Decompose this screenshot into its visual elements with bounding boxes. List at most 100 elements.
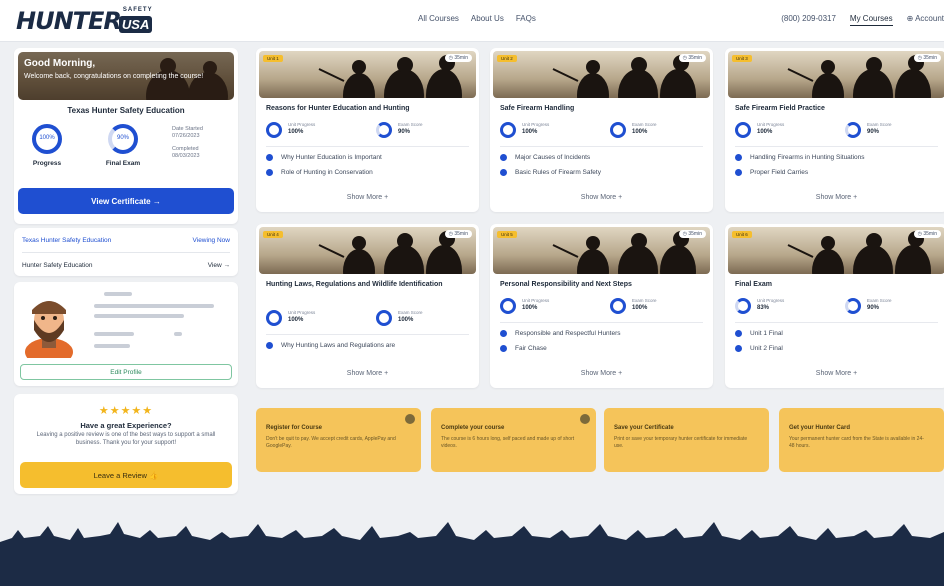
nav-about-us[interactable]: About Us (471, 14, 504, 23)
show-more-button[interactable]: Show More + (725, 370, 944, 377)
lesson-title: Major Causes of Incidents (515, 154, 591, 161)
duration-badge: ◷ 35min (678, 54, 706, 62)
unit-progress-label: Unit Progress (288, 122, 316, 127)
exam-score-label: Exam Score (632, 298, 657, 303)
unit-progress-value: 100% (288, 129, 304, 135)
course-title: Texas Hunter Safety Education (67, 106, 185, 115)
completed-label: Completed (172, 146, 199, 152)
show-more-button[interactable]: Show More + (490, 370, 713, 377)
account-menu[interactable]: ⊕ Account (907, 14, 944, 26)
show-more-button[interactable]: Show More + (256, 370, 479, 377)
lesson-item[interactable]: Role of Hunting in Conservation (266, 169, 373, 176)
lesson-item[interactable]: Unit 2 Final (735, 345, 783, 352)
module-card[interactable]: Unit 5 ◷ 35min Personal Responsibility a… (490, 224, 713, 388)
nav-all-courses[interactable]: All Courses (418, 14, 459, 23)
check-circle-icon (500, 169, 507, 176)
course-row-active[interactable]: Texas Hunter Safety Education Viewing No… (22, 231, 230, 249)
duration-value: 35min (454, 55, 468, 61)
duration-value: 35min (923, 231, 937, 237)
lesson-item[interactable]: Proper Field Carries (735, 169, 808, 176)
unit-progress-ring (266, 122, 282, 138)
checkmark-icon (405, 414, 415, 424)
phone-number[interactable]: (800) 209-0317 (781, 14, 836, 26)
logo-small-text: SAFETY (122, 6, 153, 13)
logo-wordmark: HUNTER (16, 7, 122, 35)
duration-badge: ◷ 35min (678, 230, 706, 238)
duration-badge: ◷ 35min (913, 54, 941, 62)
lesson-item[interactable]: Major Causes of Incidents (500, 154, 590, 161)
module-card[interactable]: Unit 6 ◷ 35min Final Exam Unit Progress … (725, 224, 944, 388)
unit-progress-label: Unit Progress (757, 298, 785, 303)
unit-badge: Unit 1 (263, 55, 283, 62)
course-row-status: Viewing Now (192, 236, 230, 244)
step-title: Register for Course (266, 425, 323, 431)
lesson-item[interactable]: Unit 1 Final (735, 330, 783, 337)
redacted-text (94, 314, 184, 318)
unit-progress-ring (500, 298, 516, 314)
exam-score-label: Exam Score (398, 310, 423, 315)
check-circle-icon (500, 330, 507, 337)
step-text: Don't be quit to pay. We accept credit c… (266, 436, 396, 449)
lesson-item[interactable]: Fair Chase (500, 345, 547, 352)
final-exam-value: 90% (116, 135, 129, 141)
module-title: Reasons for Hunter Education and Hunting (266, 105, 410, 112)
unit-badge: Unit 3 (732, 55, 752, 62)
lesson-item[interactable]: Basic Rules of Firearm Safety (500, 169, 601, 176)
step-card: Get your Hunter Card Your permanent hunt… (779, 408, 944, 472)
lesson-title: Unit 1 Final (750, 330, 783, 337)
unit-progress-label: Unit Progress (522, 122, 550, 127)
duration-badge: ◷ 35min (444, 54, 472, 62)
review-text: Leaving a positive review is one of the … (36, 432, 216, 446)
exam-score-ring (610, 122, 626, 138)
course-switcher: Texas Hunter Safety Education Viewing No… (14, 228, 238, 276)
lesson-title: Why Hunting Laws and Regulations are (281, 342, 396, 349)
avatar (25, 301, 73, 358)
exam-score-value: 100% (632, 305, 648, 311)
show-more-button[interactable]: Show More + (256, 194, 479, 201)
module-card[interactable]: Unit 1 ◷ 35min Reasons for Hunter Educat… (256, 48, 479, 212)
leave-review-button[interactable]: Leave a Review 👍 (20, 462, 232, 488)
module-image: Unit 6 ◷ 35min (728, 227, 944, 274)
nav-faqs[interactable]: FAQs (516, 14, 536, 23)
nav-my-courses[interactable]: My Courses (849, 14, 893, 26)
exam-score-label: Exam Score (632, 122, 657, 127)
exam-score-ring (845, 122, 861, 138)
course-row[interactable]: Hunter Safety Education View → (22, 252, 230, 273)
show-more-button[interactable]: Show More + (490, 194, 713, 201)
unit-progress-ring (266, 310, 282, 326)
exam-score-ring (376, 122, 392, 138)
forest-silhouette (0, 522, 944, 586)
lesson-item[interactable]: Why Hunter Education is Important (266, 154, 382, 161)
edit-profile-button[interactable]: Edit Profile (20, 364, 232, 380)
welcome-banner: Good Morning, Welcome back, congratulati… (18, 52, 234, 100)
lesson-item[interactable]: Responsible and Respectful Hunters (500, 330, 621, 337)
redacted-text (104, 292, 132, 296)
final-exam-label: Final Exam (105, 160, 141, 167)
module-card[interactable]: Unit 2 ◷ 35min Safe Firearm Handling Uni… (490, 48, 713, 212)
duration-badge: ◷ 35min (913, 230, 941, 238)
module-card[interactable]: Unit 3 ◷ 35min Safe Firearm Field Practi… (725, 48, 944, 212)
exam-score-ring (610, 298, 626, 314)
lesson-item[interactable]: Why Hunting Laws and Regulations are (266, 342, 395, 349)
lesson-item[interactable]: Handling Firearms in Hunting Situations (735, 154, 865, 161)
unit-progress-value: 100% (522, 129, 538, 135)
hunters-silhouette-image (552, 231, 696, 274)
exam-score-label: Exam Score (398, 122, 423, 127)
show-more-button[interactable]: Show More + (725, 194, 944, 201)
module-card[interactable]: Unit 4 ◷ 35min Hunting Laws, Regulations… (256, 224, 479, 388)
site-logo[interactable]: HUNTER SAFETY USA (16, 6, 153, 36)
welcome-message: Welcome back, congratulations on complet… (24, 73, 204, 80)
lesson-title: Role of Hunting in Conservation (281, 169, 373, 176)
redacted-text (174, 332, 182, 336)
divider (500, 146, 703, 147)
final-exam-ring: 90% (108, 124, 138, 154)
view-certificate-button[interactable]: View Certificate → (18, 188, 234, 214)
step-title: Get your Hunter Card (789, 425, 851, 431)
unit-badge: Unit 2 (497, 55, 517, 62)
module-title: Hunting Laws, Regulations and Wildlife I… (266, 281, 443, 288)
exam-score-ring (845, 298, 861, 314)
progress-ring: 100% (32, 124, 62, 154)
review-title: Have a great Experience? (80, 421, 172, 430)
course-view-link[interactable]: View → (208, 262, 230, 269)
lesson-title: Why Hunter Education is Important (281, 154, 382, 161)
